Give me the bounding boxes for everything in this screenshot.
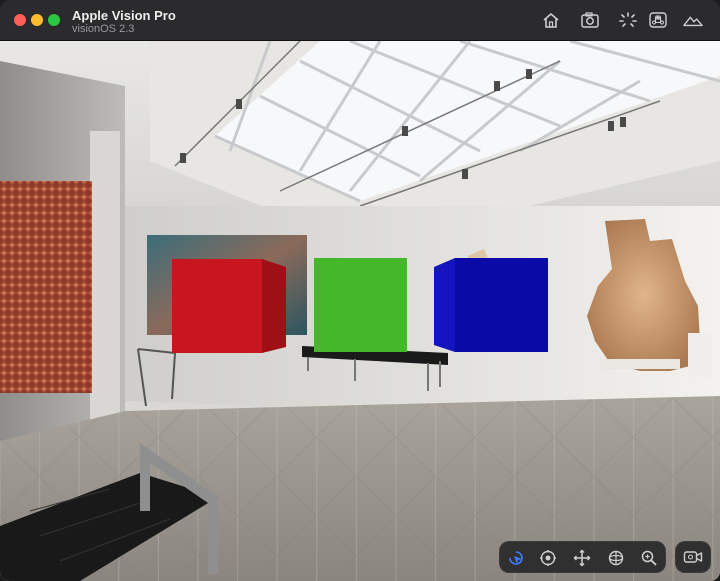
zoom-window-button[interactable]	[48, 14, 60, 26]
window-title: Apple Vision Pro	[72, 8, 176, 23]
left-wall-painting	[0, 181, 92, 393]
window-subtitle: visionOS 2.3	[72, 23, 135, 35]
red-cube[interactable]	[172, 259, 286, 353]
green-cube[interactable]	[314, 258, 407, 352]
home-icon[interactable]	[540, 10, 562, 30]
look-around-icon[interactable]	[538, 548, 558, 568]
record-video-icon[interactable]	[675, 541, 711, 573]
title-bar: Apple Vision Pro visionOS 2.3	[0, 0, 720, 41]
zoom-icon[interactable]	[639, 548, 659, 568]
gallery-scene[interactable]	[0, 41, 720, 581]
minimize-window-button[interactable]	[31, 14, 43, 26]
simulator-viewport[interactable]	[0, 41, 720, 581]
interact-rotate-icon[interactable]	[506, 548, 526, 568]
simulator-controls-bar	[499, 541, 666, 573]
close-window-button[interactable]	[14, 14, 26, 26]
brightness-icon[interactable]	[617, 10, 639, 30]
landscape-environment-icon[interactable]	[682, 10, 704, 30]
blue-cube[interactable]	[434, 258, 548, 352]
orbit-icon[interactable]	[606, 548, 626, 568]
simulator-window: Apple Vision Pro visionOS 2.3	[0, 0, 720, 581]
screenshot-camera-icon[interactable]	[579, 10, 601, 30]
keyboard-command-icon[interactable]	[647, 10, 669, 30]
pan-move-icon[interactable]	[572, 548, 592, 568]
